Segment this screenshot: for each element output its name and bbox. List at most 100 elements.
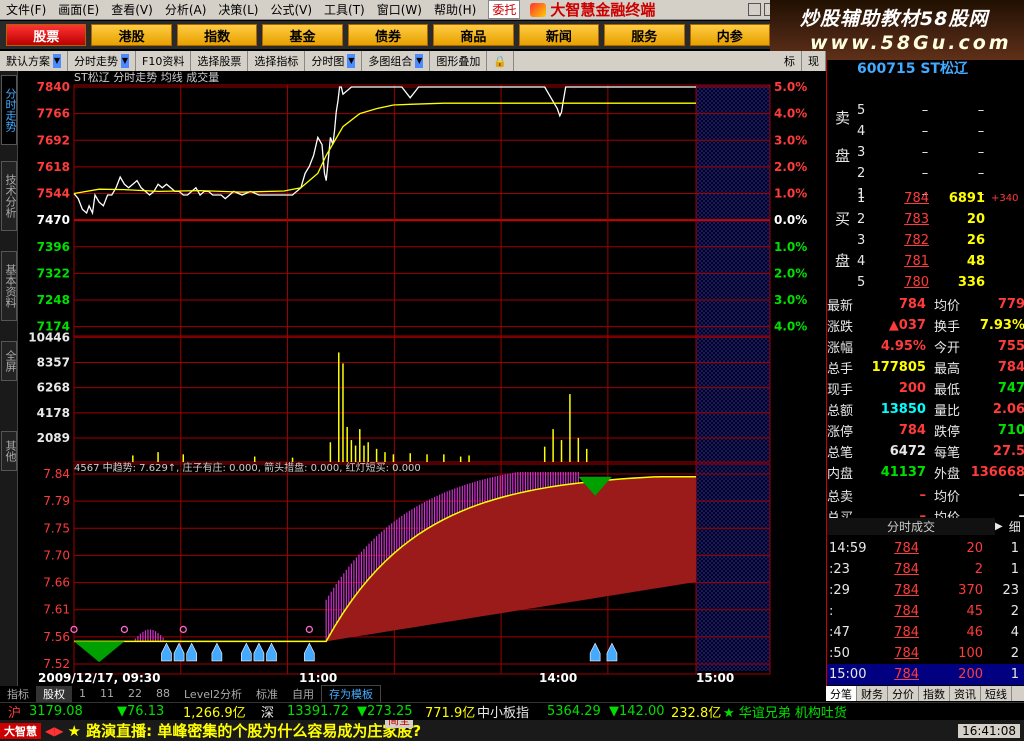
- tb-select-stock[interactable]: 选择股票: [191, 51, 249, 71]
- quote-row: 总笔 6472 每笔 27.5: [827, 444, 1024, 461]
- lock-icon[interactable]: 🔒: [487, 51, 515, 71]
- tab-fullscreen[interactable]: 全屏: [1, 341, 17, 381]
- time-axis-label: 15:00: [696, 671, 734, 685]
- quote-row: 总卖–均价–: [827, 488, 1024, 505]
- tb-overlay[interactable]: 图形叠加: [430, 51, 488, 71]
- ind-tick-label: 7.56: [43, 630, 70, 644]
- nav-insider[interactable]: 内参: [689, 24, 770, 46]
- index-bar: 沪 3179.08 ▼76.13 1,266.9亿 深 13391.72 ▼27…: [0, 702, 1024, 721]
- tab-fundamental[interactable]: 基本资料: [1, 251, 17, 321]
- trade-row: :29 784 370 23: [829, 583, 1019, 598]
- tb-now[interactable]: 现: [802, 51, 826, 71]
- tb-label: 分时走势: [74, 55, 118, 68]
- menu-view[interactable]: 查看(V): [105, 1, 159, 18]
- nav-hk[interactable]: 港股: [91, 24, 172, 46]
- price-tick-label: 7396: [37, 240, 70, 254]
- btab-indicator[interactable]: 指标: [0, 686, 36, 702]
- btab-equity[interactable]: 股权: [36, 685, 72, 702]
- btab-level2[interactable]: Level2分析: [177, 686, 249, 702]
- btab-standard[interactable]: 标准: [249, 686, 285, 702]
- right-tabs: 分笔 财务 分价 指数 资讯 短线: [826, 686, 1024, 701]
- btab-11[interactable]: 11: [93, 687, 121, 700]
- dropdown-icon[interactable]: ▼: [53, 54, 61, 68]
- rtab-ticks[interactable]: 分笔: [826, 686, 857, 701]
- sh-change: ▼76.13: [117, 704, 165, 719]
- after-hours-area: [696, 85, 770, 671]
- tb-f10[interactable]: F10资料: [136, 51, 192, 71]
- ind-tick-label: 7.61: [43, 603, 70, 617]
- index-news[interactable]: ★ 华谊兄弟 机构吐货: [723, 702, 847, 721]
- menu-help[interactable]: 帮助(H): [428, 1, 482, 18]
- tb-multi-chart[interactable]: 多图组合 ▼: [362, 51, 431, 71]
- nav-index[interactable]: 指数: [176, 24, 258, 46]
- tab-intraday[interactable]: 分时走势: [1, 75, 17, 145]
- dropdown-icon[interactable]: ▼: [347, 54, 356, 68]
- ask-row: 2– –: [857, 166, 985, 181]
- trade-row: :47 784 46 4: [829, 625, 1019, 640]
- pct-tick-label: 3.0%: [774, 133, 807, 147]
- vol-tick-label: 8357: [37, 355, 70, 369]
- nav-commodity[interactable]: 商品: [433, 24, 514, 46]
- btab-88[interactable]: 88: [149, 687, 177, 700]
- nav-service[interactable]: 服务: [604, 24, 685, 46]
- nav-bar: 股票 港股 指数 基金 债券 商品 新闻 服务 内参: [0, 21, 770, 49]
- banner-title: 炒股辅助教材58股网: [800, 8, 989, 30]
- tb-chart-type[interactable]: 分时图 ▼: [305, 51, 363, 71]
- tab-other[interactable]: 其他: [1, 431, 17, 471]
- quote-row: 现手 200 最低 747: [827, 381, 1024, 398]
- tb-default-scheme[interactable]: 默认方案 ▼: [0, 51, 68, 71]
- sme-value: 5364.29: [547, 704, 601, 719]
- trade-row: :784 45 2: [829, 604, 1019, 619]
- menu-decision[interactable]: 决策(L): [212, 1, 264, 18]
- ask-label-bottom: 盘: [835, 147, 851, 165]
- btab-22[interactable]: 22: [121, 687, 149, 700]
- nav-fund[interactable]: 基金: [262, 24, 343, 46]
- brand-logo-icon: [530, 2, 547, 17]
- minimize-icon[interactable]: _: [748, 3, 761, 16]
- sme-amount: 232.8亿: [671, 706, 722, 721]
- time-axis-label: 2009/12/17, 09:30: [38, 671, 161, 685]
- menu-window[interactable]: 窗口(W): [371, 1, 428, 18]
- rtab-price[interactable]: 分价: [888, 686, 919, 701]
- rtab-short[interactable]: 短线: [981, 686, 1012, 701]
- btab-custom[interactable]: 自用: [285, 686, 321, 702]
- pct-tick-label: 5.0%: [774, 80, 807, 94]
- intraday-chart[interactable]: 7840 5.0% 7766 4.0% 7692 3.0% 7618 2.0% 7544 1.0%…: [18, 71, 826, 686]
- nav-bond[interactable]: 债券: [347, 24, 429, 46]
- btab-1[interactable]: 1: [72, 687, 93, 700]
- vol-tick-label: 10446: [28, 330, 70, 344]
- nav-stocks[interactable]: 股票: [6, 24, 87, 46]
- dropdown-icon[interactable]: ▼: [415, 54, 424, 68]
- ad-popup[interactable]: 简全: [385, 720, 413, 728]
- entrust-button[interactable]: 委托: [488, 0, 521, 19]
- tb-label: 多图组合: [368, 55, 413, 68]
- menu-analysis[interactable]: 分析(A): [159, 1, 213, 18]
- tb-intraday[interactable]: 分时走势 ▼: [68, 51, 136, 71]
- btab-save-template[interactable]: 存为模板: [321, 684, 382, 703]
- tb-select-indicator[interactable]: 选择指标: [248, 51, 306, 71]
- rtab-index[interactable]: 指数: [919, 686, 950, 701]
- menu-tools[interactable]: 工具(T): [318, 1, 371, 18]
- quote-row: 内盘 41137 外盘 136668: [827, 465, 1024, 482]
- price-tick-label: 7322: [37, 266, 70, 280]
- tb-label: 默认方案: [6, 55, 50, 68]
- ticker-news[interactable]: ★ 路演直播: 单峰密集的个股为什么容易成为庄家股?: [67, 720, 421, 741]
- price-tick-label: 7692: [37, 133, 70, 147]
- rtab-finance[interactable]: 财务: [857, 686, 888, 701]
- dropdown-icon[interactable]: ▼: [121, 54, 129, 68]
- menu-view-screen[interactable]: 画面(E): [52, 1, 105, 18]
- scroll-left-icon[interactable]: ◀: [45, 724, 54, 738]
- tab-technical[interactable]: 技术分析: [1, 161, 17, 231]
- nav-news[interactable]: 新闻: [518, 24, 600, 46]
- menu-file[interactable]: 文件(F): [0, 1, 52, 18]
- toolbar: 默认方案 ▼ 分时走势 ▼ F10资料 选择股票 选择指标 分时图 ▼ 多图组合 ▼ 图…: [0, 51, 826, 71]
- quote-row: 总额 13850 量比 2.06: [827, 402, 1024, 419]
- sh-label: 沪: [8, 706, 22, 721]
- bid-label-bottom: 盘: [835, 252, 851, 270]
- tb-mark[interactable]: 标: [778, 51, 802, 71]
- bid-row: 5 780 336: [857, 275, 985, 290]
- menu-formula[interactable]: 公式(V): [264, 1, 318, 18]
- rtab-news[interactable]: 资讯: [950, 686, 981, 701]
- sme-label: 中小板指: [477, 706, 530, 721]
- scroll-right-icon[interactable]: ▶: [54, 724, 63, 738]
